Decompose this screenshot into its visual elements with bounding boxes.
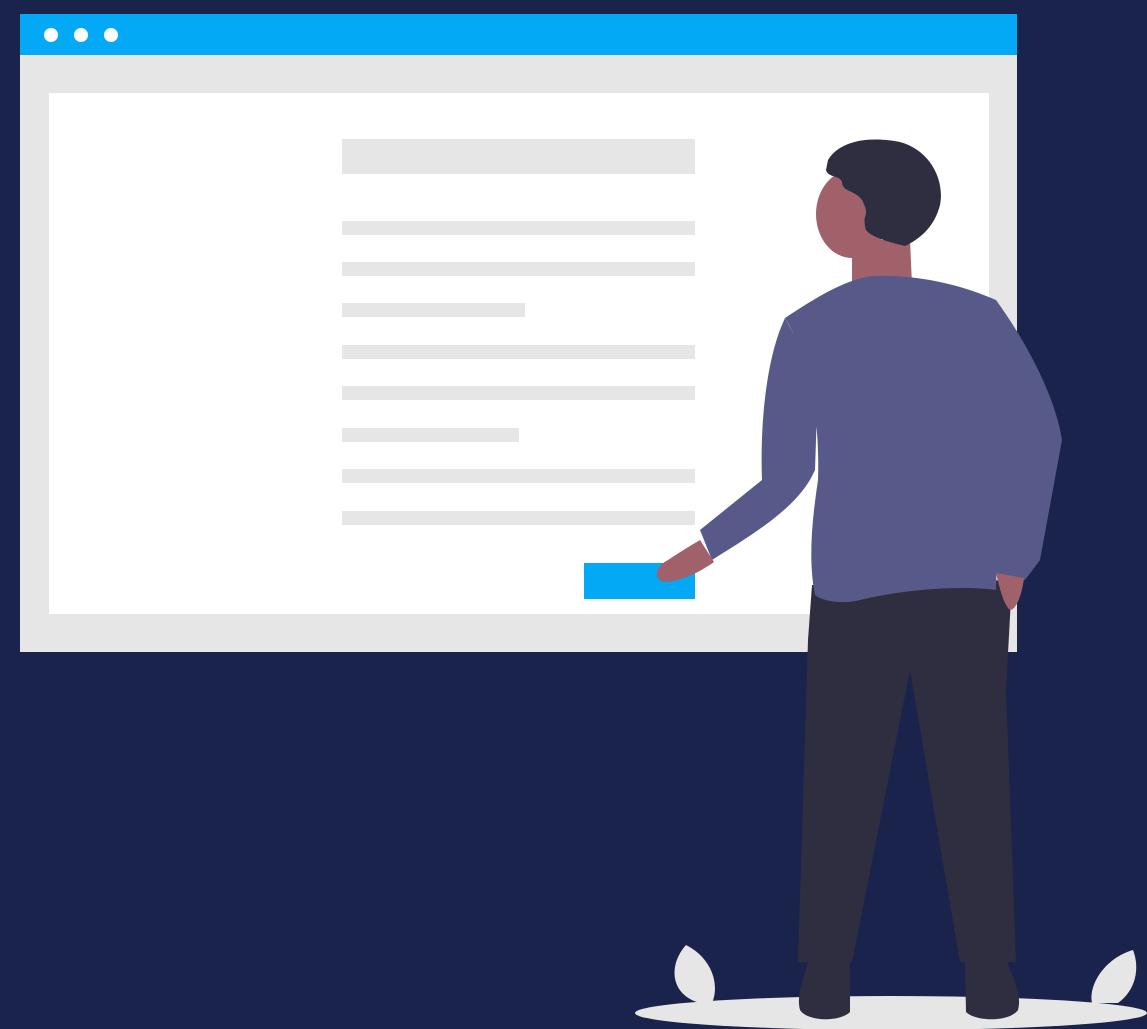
placeholder-line-6 [342,428,519,442]
titlebar-dot-2-icon[interactable] [74,28,88,42]
placeholder-line-4 [342,345,695,359]
ear [850,201,866,223]
illustration-scene [0,0,1147,1029]
placeholder-line-7 [342,469,695,483]
left-shoe [798,962,850,1020]
titlebar-dot-1-icon[interactable] [44,28,58,42]
titlebar-dot-3-icon[interactable] [104,28,118,42]
placeholder-line-5 [342,386,695,400]
placeholder-line-1 [342,221,695,235]
window-titlebar [20,14,1017,55]
placeholder-line-2 [342,262,695,276]
placeholder-line-3 [342,303,525,317]
placeholder-line-8 [342,511,695,525]
shirt [785,275,1020,603]
scene-svg [0,0,1147,1029]
placeholder-heading [342,139,695,174]
